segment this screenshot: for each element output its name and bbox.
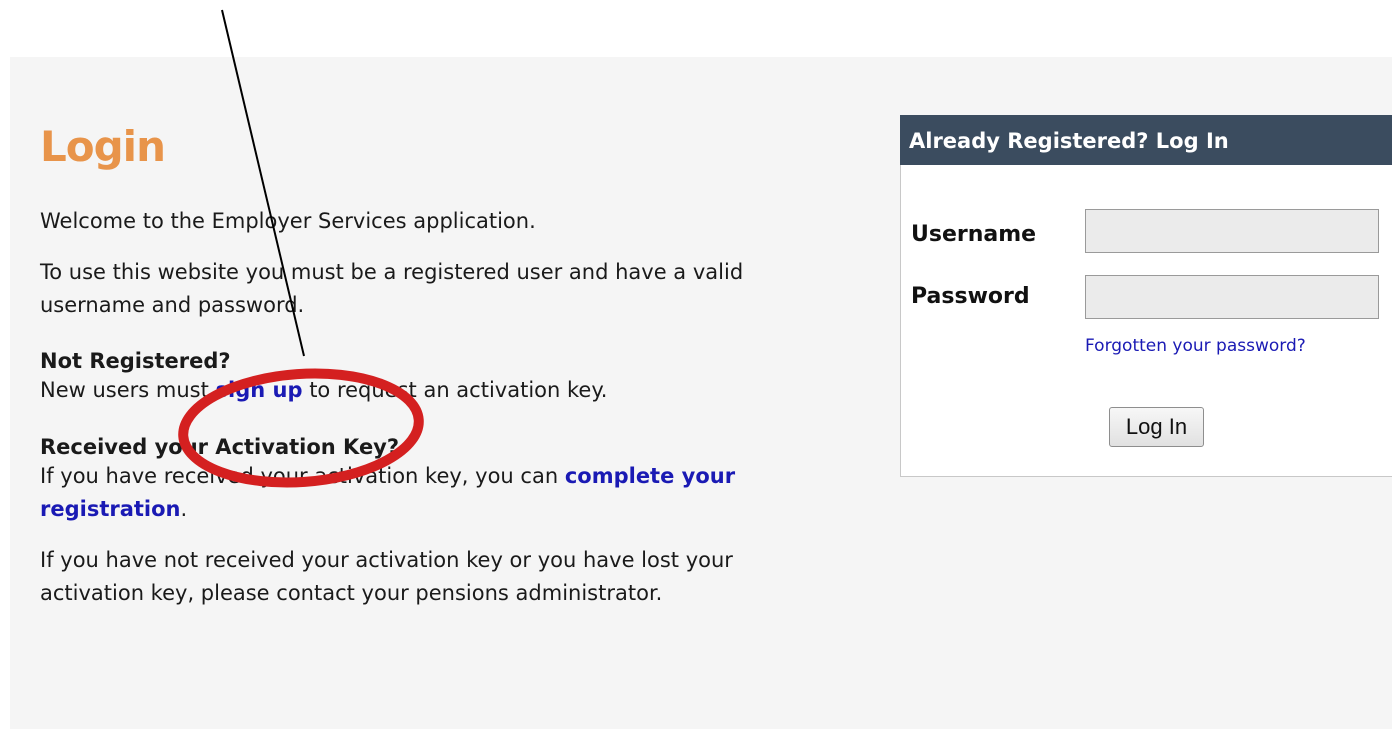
password-input[interactable] (1085, 275, 1379, 319)
intro-content: Welcome to the Employer Services applica… (40, 205, 830, 610)
page-stage: Login Welcome to the Employer Services a… (0, 0, 1392, 729)
forgot-password-link[interactable]: Forgotten your password? (1085, 336, 1306, 356)
login-box: Already Registered? Log In Username Pass… (900, 115, 1392, 477)
page-title: Login (40, 122, 166, 171)
complete-registration-text-after: . (180, 497, 188, 521)
received-key-section: Received your Activation Key? If you hav… (40, 434, 830, 526)
complete-registration-text-before: If you have received your activation key… (40, 464, 565, 488)
received-key-heading: Received your Activation Key? (40, 435, 400, 459)
username-label: Username (911, 222, 1037, 247)
username-input[interactable] (1085, 209, 1379, 253)
not-registered-heading: Not Registered? (40, 349, 231, 373)
registration-requirement-text: To use this website you must be a regist… (40, 260, 744, 317)
sign-up-text-after: to request an activation key. (302, 378, 608, 402)
log-in-button[interactable]: Log In (1109, 407, 1204, 447)
welcome-text: Welcome to the Employer Services applica… (40, 209, 536, 233)
not-registered-section: Not Registered? New users must sign up t… (40, 348, 830, 407)
sign-up-text-before: New users must (40, 378, 216, 402)
login-box-header: Already Registered? Log In (900, 115, 1392, 165)
sign-up-link[interactable]: sign up (216, 378, 303, 402)
password-label: Password (911, 284, 1030, 309)
lost-key-text: If you have not received your activation… (40, 548, 733, 605)
